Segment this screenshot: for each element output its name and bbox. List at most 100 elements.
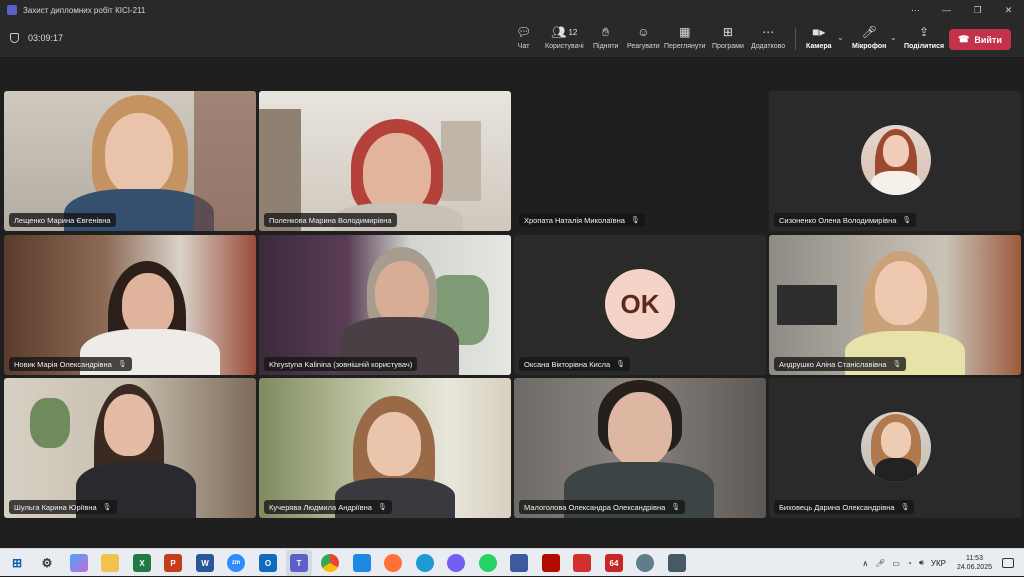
participant-tile-speaking[interactable]: Khrystyna Kalinina (зовнішній користувач… bbox=[259, 235, 511, 375]
firefox-icon[interactable] bbox=[384, 554, 402, 572]
video-feed bbox=[769, 235, 1021, 375]
participant-nameplate: Сизоненко Олена Володимирівна 🎙︎ bbox=[774, 213, 917, 227]
file-explorer-icon[interactable] bbox=[101, 554, 119, 572]
powerpoint-icon[interactable]: P bbox=[164, 554, 182, 572]
video-feed bbox=[4, 91, 256, 231]
pen-app-icon[interactable] bbox=[353, 554, 371, 572]
viber-icon[interactable] bbox=[447, 554, 465, 572]
system-tray: ∧ 🎤︎ ▭ ◔ 🔊︎ УКР 11:53 24.06.2025 bbox=[862, 549, 1024, 577]
microphone-tray-icon[interactable]: 🎤︎ bbox=[875, 559, 885, 568]
windows-start-icon[interactable]: ⊞ bbox=[8, 554, 26, 572]
taskbar-clock[interactable]: 11:53 24.06.2025 bbox=[957, 554, 992, 572]
word-icon[interactable]: W bbox=[196, 554, 214, 572]
chat-icon: 💬︎ bbox=[516, 25, 532, 39]
hand-icon: ✋︎ bbox=[602, 24, 610, 39]
participant-nameplate: Шульга Карина Юріївна 🎙︎ bbox=[9, 500, 117, 514]
shield-icon bbox=[10, 33, 19, 43]
share-button[interactable]: ⇪ Поділитися bbox=[904, 24, 944, 54]
outlook-icon[interactable]: O bbox=[259, 554, 277, 572]
maximize-button[interactable]: ❐ bbox=[962, 0, 993, 20]
leave-button[interactable]: ☎ Вийти bbox=[949, 29, 1011, 50]
participant-tile[interactable]: Хропата Наталія Миколаївна 🎙︎ bbox=[514, 91, 766, 231]
mic-off-icon: 🎙︎ bbox=[892, 361, 902, 368]
participant-tile[interactable]: Андрушко Аліна Станіславівна 🎙︎ bbox=[769, 235, 1021, 375]
mic-off-icon: 🎙︎ bbox=[671, 504, 681, 511]
teams-taskbar-icon[interactable]: T bbox=[290, 554, 308, 572]
aida64-icon[interactable]: 64 bbox=[605, 554, 623, 572]
apps-button[interactable]: ⊞ Програми bbox=[712, 24, 744, 54]
save-disk-icon[interactable] bbox=[510, 554, 528, 572]
close-button[interactable]: ✕ bbox=[993, 0, 1024, 20]
mic-off-icon: 🎙︎ bbox=[616, 361, 626, 368]
notification-icon[interactable] bbox=[1002, 558, 1014, 568]
people-button[interactable]: 👥︎ 12 Користувачі bbox=[545, 24, 584, 54]
wifi-icon[interactable]: ◔ bbox=[907, 559, 912, 568]
camera-options-chevron-icon[interactable]: ⌄ bbox=[837, 33, 844, 42]
settings-gear-icon[interactable]: ⚙ bbox=[38, 554, 56, 572]
zoom-icon[interactable]: zm bbox=[227, 554, 245, 572]
participant-name: Малоголова Олександра Олександрівна bbox=[524, 502, 666, 512]
participant-tile[interactable]: Биховець Дарина Олександрівна 🎙︎ bbox=[769, 378, 1021, 518]
participant-nameplate: Андрушко Аліна Станіславівна 🎙︎ bbox=[774, 357, 907, 371]
participant-tile[interactable]: Лещенко Марина Євгенівна bbox=[4, 91, 256, 231]
microphone-icon: 🎤︎ bbox=[861, 25, 877, 39]
calculator-icon[interactable] bbox=[668, 554, 686, 572]
edge-icon[interactable] bbox=[416, 554, 434, 572]
volume-icon[interactable]: 🔊︎ bbox=[919, 558, 924, 568]
phone-hangup-icon: ☎ bbox=[958, 34, 970, 44]
more-button[interactable]: ⋯ Додатково bbox=[751, 24, 785, 54]
participant-tile[interactable]: Шульга Карина Юріївна 🎙︎ bbox=[4, 378, 256, 518]
teams-icon bbox=[7, 5, 17, 15]
copilot-icon[interactable] bbox=[70, 554, 88, 572]
participant-tile[interactable]: Малоголова Олександра Олександрівна 🎙︎ bbox=[514, 378, 766, 518]
language-indicator[interactable]: УКР bbox=[931, 559, 946, 568]
participant-tile[interactable]: Новик Марія Олександрівна 🎙︎ bbox=[4, 235, 256, 375]
window-titlebar: Захист дипломних робіт КІСІ-211 ⋯ — ❐ ✕ bbox=[0, 0, 1024, 20]
react-button[interactable]: ☺ Реагувати bbox=[627, 24, 660, 54]
view-button[interactable]: ▦ Переглянути bbox=[664, 24, 705, 54]
whatsapp-icon[interactable] bbox=[479, 554, 497, 572]
meeting-timer: 03:09:17 bbox=[10, 33, 63, 43]
mic-button[interactable]: 🎤︎ Мікрофон bbox=[852, 24, 886, 54]
participant-nameplate: Поленкова Марина Володимирівна bbox=[264, 213, 397, 227]
participant-nameplate: Хропата Наталія Миколаївна 🎙︎ bbox=[519, 213, 645, 227]
anydesk-icon[interactable] bbox=[573, 554, 591, 572]
avatar bbox=[861, 412, 931, 482]
participant-nameplate: Лещенко Марина Євгенівна bbox=[9, 213, 116, 227]
battery-icon[interactable]: ▭ bbox=[892, 559, 900, 568]
toolbar-separator bbox=[795, 28, 796, 50]
participant-nameplate: Кучерява Людмила Андріївна 🎙︎ bbox=[264, 500, 392, 514]
participant-name: Хропата Наталія Миколаївна bbox=[524, 215, 625, 225]
windows-taskbar: ⊞ ⚙ X P W zm O T 64 ∧ 🎤︎ ▭ ◔ 🔊︎ УКР 11:5… bbox=[0, 548, 1024, 576]
minimize-button[interactable]: — bbox=[931, 0, 962, 20]
participant-tile[interactable]: Кучерява Людмила Андріївна 🎙︎ bbox=[259, 378, 511, 518]
chat-button[interactable]: 💬︎ Чат bbox=[516, 24, 531, 54]
network-tool-icon[interactable] bbox=[636, 554, 654, 572]
camera-button[interactable]: ■▸ Камера bbox=[806, 24, 832, 54]
chrome-icon[interactable] bbox=[321, 554, 339, 572]
chevron-up-icon[interactable]: ∧ bbox=[862, 559, 868, 568]
mic-off-icon: 🎙︎ bbox=[102, 504, 112, 511]
more-options-icon[interactable]: ⋯ bbox=[900, 0, 931, 20]
video-feed bbox=[514, 378, 766, 518]
participant-name: Шульга Карина Юріївна bbox=[14, 502, 97, 512]
mic-off-icon: 🎙︎ bbox=[117, 361, 127, 368]
participant-name: Андрушко Аліна Станіславівна bbox=[779, 359, 887, 369]
participant-tile[interactable]: OK Оксана Вікторівна Кисла 🎙︎ bbox=[514, 235, 766, 375]
acrobat-icon[interactable] bbox=[542, 554, 560, 572]
participant-nameplate: Биховець Дарина Олександрівна 🎙︎ bbox=[774, 500, 915, 514]
raise-hand-button[interactable]: ✋︎ Підняти bbox=[593, 24, 618, 54]
mic-options-chevron-icon[interactable]: ⌄ bbox=[890, 33, 897, 42]
excel-icon[interactable]: X bbox=[133, 554, 151, 572]
participant-tile[interactable]: Сизоненко Олена Володимирівна 🎙︎ bbox=[769, 91, 1021, 231]
people-count: 12 bbox=[568, 27, 578, 37]
participant-name: Khrystyna Kalinina (зовнішній користувач… bbox=[269, 359, 413, 369]
video-feed bbox=[4, 235, 256, 375]
participant-name: Лещенко Марина Євгенівна bbox=[14, 215, 111, 225]
participant-tile[interactable]: Поленкова Марина Володимирівна bbox=[259, 91, 511, 231]
video-feed bbox=[259, 378, 511, 518]
smiley-icon: ☺ bbox=[637, 25, 650, 39]
ellipsis-icon: ⋯ bbox=[762, 25, 775, 39]
share-icon: ⇪ bbox=[919, 25, 930, 39]
video-feed bbox=[4, 378, 256, 518]
